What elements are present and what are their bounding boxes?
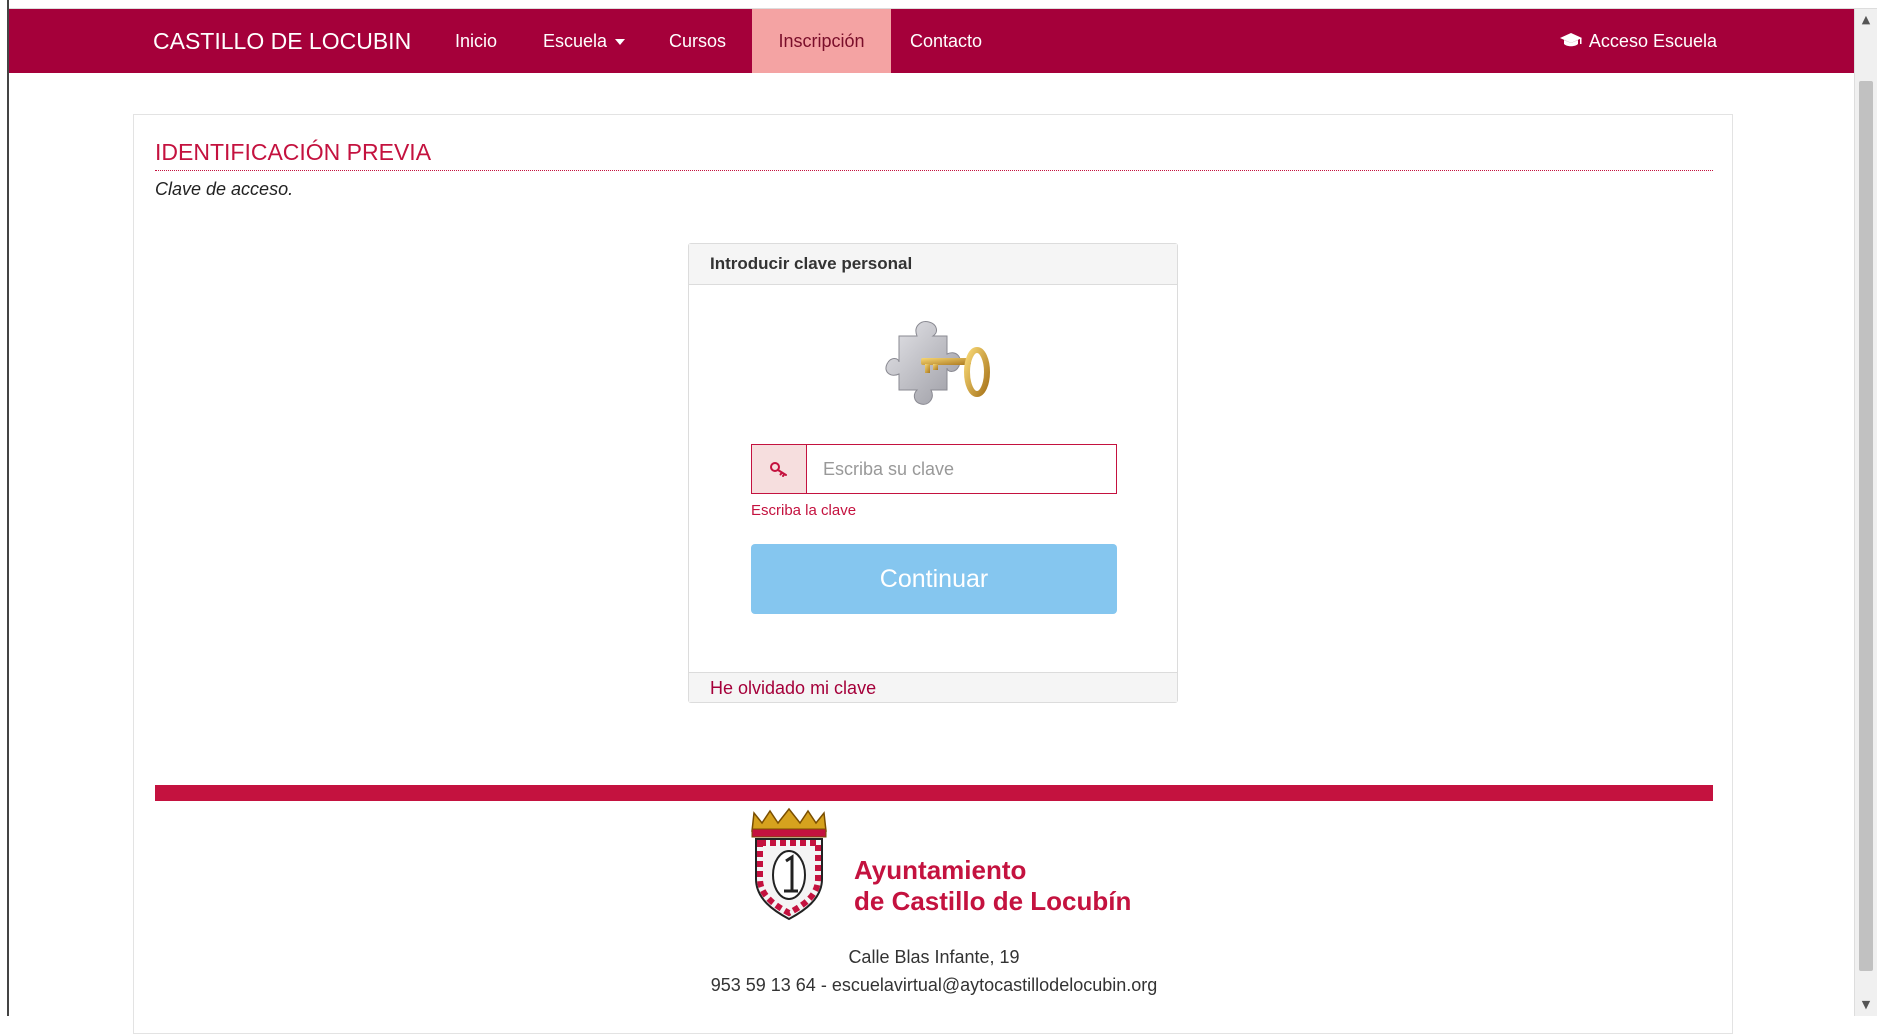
section-subtitle: Clave de acceso. bbox=[155, 179, 294, 199]
continue-button[interactable]: Continuar bbox=[751, 544, 1117, 614]
graduation-cap-icon bbox=[1559, 10, 1583, 74]
password-input-group bbox=[751, 444, 1117, 494]
footer-org-line1: Ayuntamiento bbox=[854, 855, 1027, 885]
scroll-thumb[interactable] bbox=[1859, 81, 1873, 971]
password-error-text: Escriba la clave bbox=[751, 502, 857, 519]
login-box: Introducir clave personal Escriba la cla… bbox=[688, 243, 1178, 703]
nav-item-inicio[interactable]: Inicio bbox=[455, 9, 497, 73]
main-panel: IDENTIFICACIÓN PREVIA Clave de acceso. I… bbox=[133, 114, 1733, 1034]
footer-org-name: Ayuntamiento de Castillo de Locubín bbox=[854, 855, 1131, 917]
nav-item-contacto[interactable]: Contacto bbox=[910, 9, 982, 73]
acceso-escuela-link[interactable]: Acceso Escuela bbox=[1559, 9, 1717, 73]
window-top-edge bbox=[0, 0, 1877, 9]
footer-address-block: Calle Blas Infante, 19 953 59 13 64 - es… bbox=[134, 943, 1734, 999]
scroll-up-arrow-icon[interactable]: ▲ bbox=[1855, 9, 1877, 31]
top-navbar: CASTILLO DE LOCUBIN Inicio Escuela Curso… bbox=[9, 9, 1855, 73]
nav-item-escuela[interactable]: Escuela bbox=[543, 9, 626, 73]
section-title: IDENTIFICACIÓN PREVIA bbox=[155, 139, 1713, 171]
scroll-down-arrow-icon[interactable]: ▼ bbox=[1855, 994, 1877, 1016]
nav-item-cursos[interactable]: Cursos bbox=[669, 9, 726, 73]
login-heading: Introducir clave personal bbox=[689, 244, 1177, 285]
forgot-password-link[interactable]: He olvidado mi clave bbox=[689, 672, 1177, 702]
footer-org-line2: de Castillo de Locubín bbox=[854, 886, 1132, 916]
acceso-escuela-label: Acceso Escuela bbox=[1588, 31, 1717, 51]
window-left-edge bbox=[0, 0, 9, 1016]
puzzle-key-image bbox=[879, 314, 994, 428]
brand-link[interactable]: CASTILLO DE LOCUBIN bbox=[153, 9, 411, 73]
footer-contact: 953 59 13 64 - escuelavirtual@aytocastil… bbox=[710, 975, 1158, 995]
coat-of-arms-logo bbox=[746, 807, 832, 927]
vertical-scrollbar[interactable]: ▲ ▼ bbox=[1854, 9, 1877, 1016]
password-input[interactable] bbox=[807, 445, 1116, 493]
caret-down-icon bbox=[615, 39, 626, 46]
footer-address: Calle Blas Infante, 19 bbox=[848, 947, 1020, 967]
nav-item-inscripcion[interactable]: Inscripción bbox=[752, 9, 891, 73]
key-icon bbox=[752, 445, 807, 493]
nav-item-escuela-label: Escuela bbox=[543, 31, 608, 51]
footer-divider-band bbox=[155, 785, 1713, 801]
